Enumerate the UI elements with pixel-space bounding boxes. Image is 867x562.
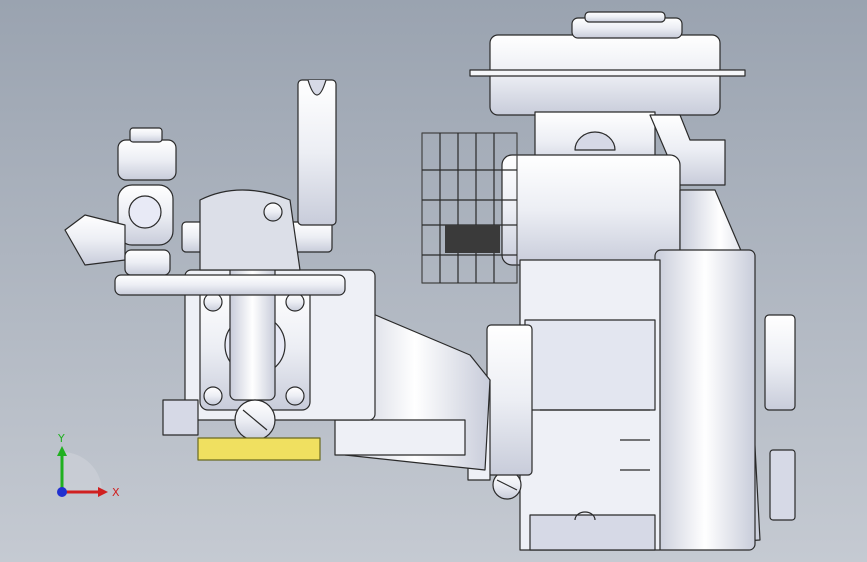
pump-engine-assembly[interactable] — [0, 0, 867, 562]
x-axis-label: X — [112, 486, 120, 499]
coordinate-triad: X Y — [40, 430, 130, 520]
fuel-tank — [469, 11, 746, 116]
base-plate — [197, 437, 321, 461]
y-axis-label: Y — [57, 432, 65, 445]
graphics-viewport[interactable]: X Y — [0, 0, 867, 562]
unloader-valve — [64, 79, 346, 296]
z-axis-dot — [57, 487, 67, 497]
